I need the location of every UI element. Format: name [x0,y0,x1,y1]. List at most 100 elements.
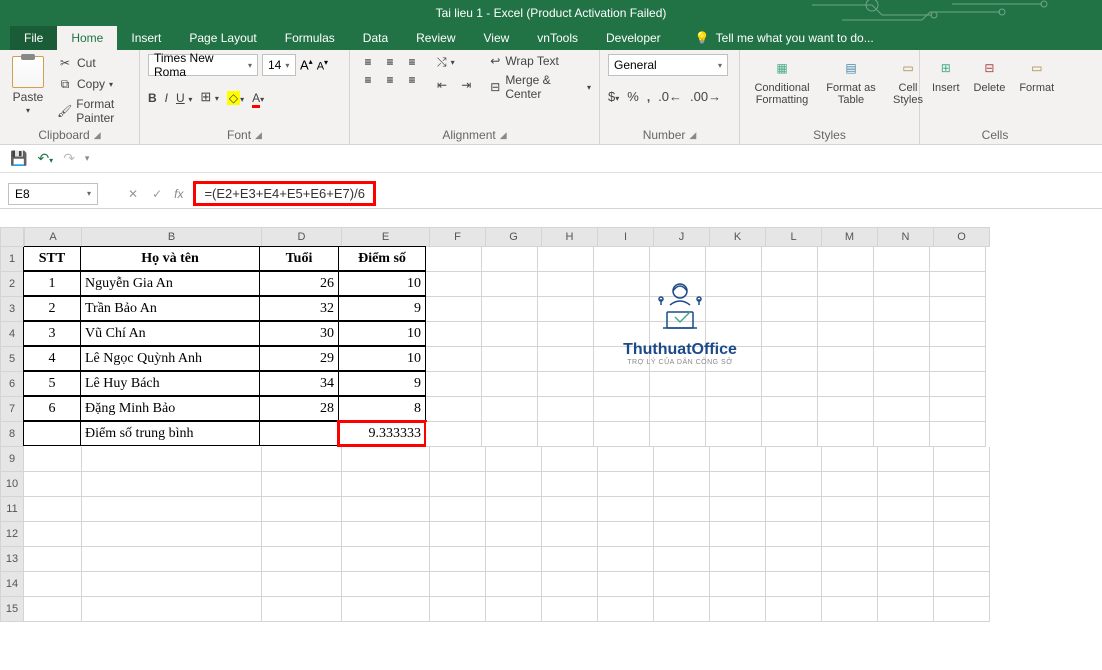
cell[interactable] [822,572,878,597]
cell-score[interactable]: 10 [338,321,426,346]
cell[interactable] [538,422,594,447]
cell[interactable] [822,497,878,522]
orientation-button[interactable]: ⤭▾ [434,54,474,71]
cell-stt[interactable]: 5 [23,371,81,396]
cell[interactable] [486,547,542,572]
col-header-A[interactable]: A [24,227,82,247]
tab-review[interactable]: Review [402,26,469,50]
cell-empty[interactable] [23,421,81,446]
cell[interactable] [262,572,342,597]
cell[interactable] [426,272,482,297]
cell[interactable] [598,597,654,622]
cell[interactable] [598,547,654,572]
save-button[interactable]: 💾 [10,150,27,167]
cell[interactable] [874,372,930,397]
cell[interactable] [654,522,710,547]
cell-stt[interactable]: 4 [23,346,81,371]
cell[interactable] [874,297,930,322]
cell[interactable] [878,572,934,597]
cell[interactable] [874,247,930,272]
cell[interactable] [762,322,818,347]
cell[interactable] [594,397,650,422]
cell[interactable] [762,247,818,272]
cell-name[interactable]: Vũ Chí An [80,321,260,346]
cell-age[interactable]: 30 [259,321,339,346]
format-painter-button[interactable]: 🖌Format Painter [54,96,131,126]
formula-input[interactable]: =(E2+E3+E4+E5+E6+E7)/6 [193,181,375,206]
cell[interactable] [482,422,538,447]
col-header-D[interactable]: D [262,227,342,247]
delete-cell-button[interactable]: ⊟Delete [970,54,1010,96]
cell[interactable] [82,447,262,472]
col-header-M[interactable]: M [822,227,878,247]
cell[interactable] [482,347,538,372]
cell[interactable] [24,497,82,522]
row-header-12[interactable]: 12 [0,522,24,547]
row-header-10[interactable]: 10 [0,472,24,497]
cell[interactable] [874,397,930,422]
increase-indent-button[interactable]: ⇥ [461,78,471,92]
cell[interactable] [598,447,654,472]
row-header-6[interactable]: 6 [0,372,24,397]
row-header-4[interactable]: 4 [0,322,24,347]
cell-age[interactable]: 28 [259,396,339,421]
cell[interactable] [710,597,766,622]
cancel-formula-button[interactable]: ✕ [128,187,138,201]
cell[interactable] [654,547,710,572]
cell[interactable] [762,272,818,297]
cell[interactable] [934,572,990,597]
cell[interactable] [342,447,430,472]
cell[interactable] [930,422,986,447]
cell[interactable] [818,272,874,297]
insert-cell-button[interactable]: ⊞Insert [928,54,964,96]
tab-page-layout[interactable]: Page Layout [175,26,270,50]
decrease-indent-button[interactable]: ⇤ [437,78,447,92]
cell[interactable] [874,272,930,297]
cell[interactable] [930,322,986,347]
header-score[interactable]: Điểm số [338,246,426,271]
cell[interactable] [430,522,486,547]
select-all-corner[interactable] [0,227,24,247]
cell[interactable] [430,572,486,597]
tell-me[interactable]: 💡 Tell me what you want to do... [685,26,884,50]
cell[interactable] [82,497,262,522]
cell[interactable] [262,497,342,522]
col-header-F[interactable]: F [430,227,486,247]
cell-age[interactable]: 32 [259,296,339,321]
cell[interactable] [818,372,874,397]
cell[interactable] [934,472,990,497]
tab-insert[interactable]: Insert [117,26,175,50]
cell[interactable] [538,397,594,422]
cell[interactable] [430,447,486,472]
cell[interactable] [766,547,822,572]
cell[interactable] [930,397,986,422]
cell-age[interactable]: 34 [259,371,339,396]
cell[interactable] [930,247,986,272]
format-cell-button[interactable]: ▭Format [1015,54,1058,96]
cell[interactable] [542,472,598,497]
cell[interactable] [482,272,538,297]
cell[interactable] [24,597,82,622]
cell[interactable] [930,372,986,397]
shrink-font-button[interactable]: A▾ [317,58,328,73]
cell[interactable] [654,597,710,622]
col-header-E[interactable]: E [342,227,430,247]
cell[interactable] [766,447,822,472]
cell[interactable] [934,547,990,572]
cell[interactable] [486,522,542,547]
font-launcher-icon[interactable]: ◢ [255,130,262,141]
conditional-formatting-button[interactable]: ▦Conditional Formatting [748,54,816,108]
cell-age[interactable]: 26 [259,271,339,296]
alignment-launcher-icon[interactable]: ◢ [500,130,507,141]
undo-button[interactable]: ↶▾ [37,150,53,167]
cell[interactable] [542,547,598,572]
cell[interactable] [878,447,934,472]
cell[interactable] [486,497,542,522]
cell[interactable] [762,422,818,447]
row-header-11[interactable]: 11 [0,497,24,522]
cell[interactable] [706,247,762,272]
row-header-2[interactable]: 2 [0,272,24,297]
col-header-H[interactable]: H [542,227,598,247]
cell-name[interactable]: Nguyễn Gia An [80,271,260,296]
cell[interactable] [878,472,934,497]
